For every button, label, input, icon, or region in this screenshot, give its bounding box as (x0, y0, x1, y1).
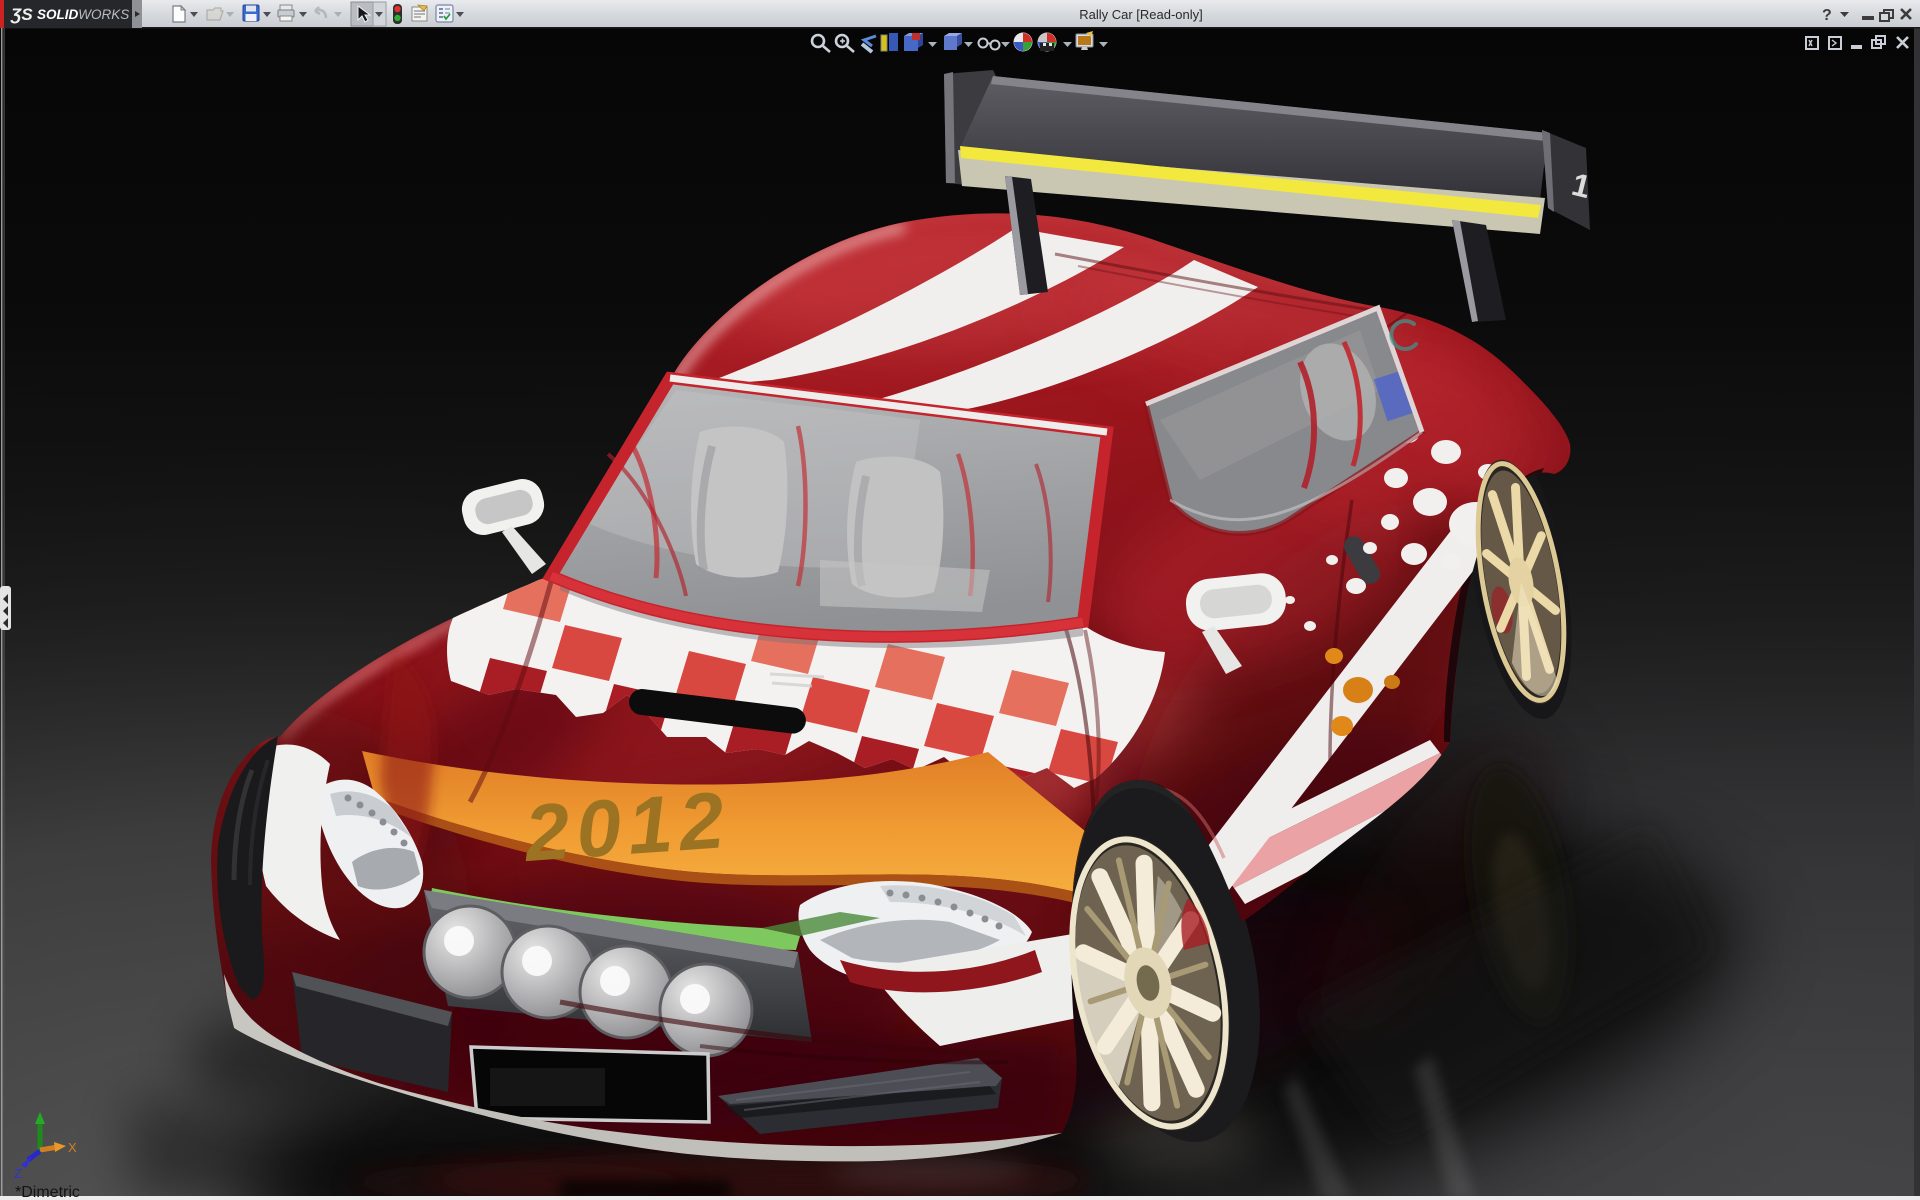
svg-text:Z: Z (14, 1166, 22, 1181)
svg-text:2012: 2012 (520, 775, 734, 878)
svg-text:X: X (68, 1140, 77, 1155)
svg-text:Rally Car [Read-only]: Rally Car [Read-only] (1079, 7, 1203, 22)
svg-text:SOLIDWORKS: SOLIDWORKS (37, 7, 129, 22)
svg-text:ƷS: ƷS (10, 5, 33, 24)
svg-text:?: ? (1822, 7, 1832, 24)
svg-text:*Dimetric: *Dimetric (15, 1184, 80, 1200)
